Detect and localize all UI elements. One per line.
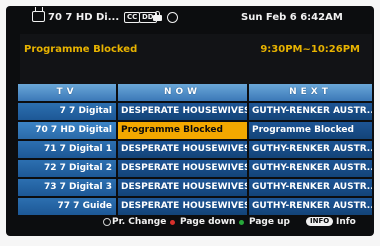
programme-time: 9:30PM~10:26PM bbox=[260, 44, 360, 55]
guide-row-selected[interactable]: 70 7 HD Digital Programme Blocked Progra… bbox=[18, 122, 372, 140]
info-key-icon: INFO bbox=[306, 217, 334, 226]
now-cell[interactable]: DESPERATE HOUSEWIVES bbox=[118, 179, 247, 196]
channel-cell[interactable]: 70 7 HD Digital bbox=[18, 122, 116, 139]
channel-cell[interactable]: 71 7 Digital 1 bbox=[18, 141, 116, 158]
channel-cell[interactable]: 7 7 Digital bbox=[18, 103, 116, 120]
header-tv: TV bbox=[18, 84, 116, 101]
next-cell[interactable]: GUTHY-RENKER AUSTR... bbox=[249, 160, 372, 177]
key-legend: Pr. Change Page down Page up INFO Info bbox=[6, 211, 374, 233]
closed-caption-icon: CC bbox=[124, 12, 141, 23]
next-cell[interactable]: GUTHY-RENKER AUSTR... bbox=[249, 103, 372, 120]
page-down-label: Page down bbox=[180, 217, 236, 227]
lock-icon bbox=[153, 11, 162, 21]
programme-info-panel bbox=[20, 34, 372, 84]
header-next: NEXT bbox=[249, 84, 372, 101]
date-time: Sun Feb 6 6:42AM bbox=[241, 12, 343, 23]
channel-cell[interactable]: 72 7 Digital 2 bbox=[18, 160, 116, 177]
red-key-icon bbox=[170, 220, 175, 225]
now-cell[interactable]: DESPERATE HOUSEWIVES bbox=[118, 141, 247, 158]
tv-icon bbox=[32, 11, 45, 22]
status-bar: 70 7 HD Di... CC DD Sun Feb 6 6:42AM bbox=[6, 6, 374, 32]
guide-row[interactable]: 73 7 Digital 3 DESPERATE HOUSEWIVES GUTH… bbox=[18, 179, 372, 197]
now-cell[interactable]: DESPERATE HOUSEWIVES bbox=[118, 160, 247, 177]
now-cell-selected[interactable]: Programme Blocked bbox=[118, 122, 247, 139]
guide-row[interactable]: 72 7 Digital 2 DESPERATE HOUSEWIVES GUTH… bbox=[18, 160, 372, 178]
ok-button-icon bbox=[103, 218, 111, 226]
next-cell[interactable]: GUTHY-RENKER AUSTR... bbox=[249, 179, 372, 196]
guide-row[interactable]: 71 7 Digital 1 DESPERATE HOUSEWIVES GUTH… bbox=[18, 141, 372, 159]
next-cell[interactable]: GUTHY-RENKER AUSTR... bbox=[249, 141, 372, 158]
now-cell[interactable]: DESPERATE HOUSEWIVES bbox=[118, 103, 247, 120]
pr-change-label: Pr. Change bbox=[112, 217, 167, 227]
record-icon bbox=[167, 12, 178, 23]
info-label: Info bbox=[336, 217, 356, 227]
channel-cell[interactable]: 73 7 Digital 3 bbox=[18, 179, 116, 196]
guide-row[interactable]: 7 7 Digital DESPERATE HOUSEWIVES GUTHY-R… bbox=[18, 103, 372, 121]
next-cell[interactable]: Programme Blocked bbox=[249, 122, 372, 139]
current-channel: 70 7 HD Di... bbox=[48, 12, 120, 23]
green-key-icon bbox=[239, 220, 244, 225]
header-now: NOW bbox=[118, 84, 247, 101]
page-up-label: Page up bbox=[249, 217, 290, 227]
guide-header-row: TV NOW NEXT bbox=[18, 84, 372, 101]
tv-guide-screen: 70 7 HD Di... CC DD Sun Feb 6 6:42AM Pro… bbox=[6, 6, 374, 236]
programme-title: Programme Blocked bbox=[24, 44, 138, 55]
